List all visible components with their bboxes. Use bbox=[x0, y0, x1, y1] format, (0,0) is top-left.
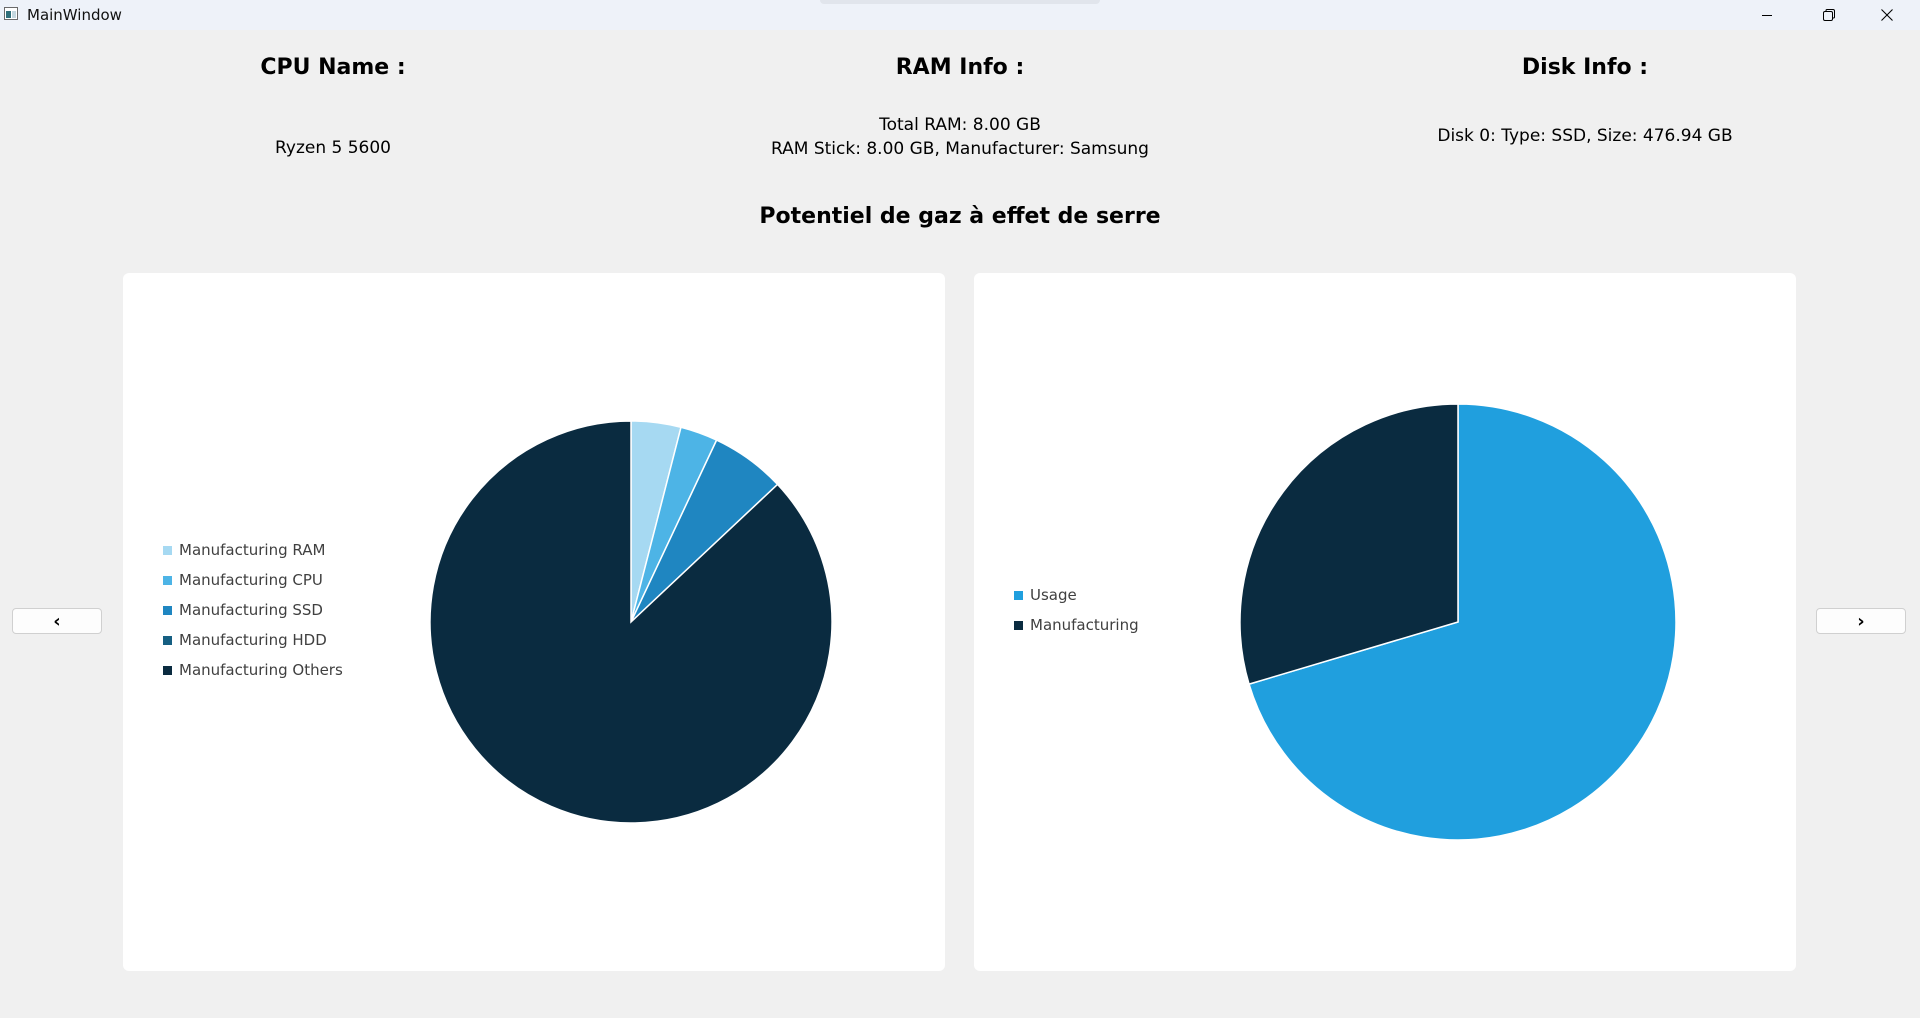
section-title: Potentiel de gaz à effet de serre bbox=[759, 204, 1161, 229]
ram-total: Total RAM: 8.00 GB bbox=[879, 115, 1041, 135]
restore-icon bbox=[1823, 9, 1835, 21]
manufacturing-chart-panel: Manufacturing RAM Manufacturing CPU Manufa… bbox=[123, 273, 945, 971]
close-icon bbox=[1881, 9, 1893, 21]
title-bar-handle bbox=[820, 0, 1100, 4]
cpu-info: CPU Name : Ryzen 5 5600 bbox=[33, 52, 633, 158]
ram-info: RAM Info : Total RAM: 8.00 GB RAM Stick:… bbox=[660, 52, 1260, 159]
next-button[interactable]: › bbox=[1816, 608, 1906, 634]
usage-chart-panel: Usage Manufacturing bbox=[974, 273, 1796, 971]
previous-button[interactable]: ‹ bbox=[12, 608, 102, 634]
cpu-name-value: Ryzen 5 5600 bbox=[275, 138, 391, 158]
title-bar: MainWindow bbox=[0, 0, 1920, 30]
cpu-label: CPU Name : bbox=[260, 55, 406, 80]
restore-button[interactable] bbox=[1806, 0, 1852, 30]
usage-pie-chart bbox=[1239, 403, 1677, 841]
disk-label: Disk Info : bbox=[1521, 55, 1649, 80]
ram-label: RAM Info : bbox=[895, 55, 1025, 80]
disk-info: Disk Info : Disk 0: Type: SSD, Size: 476… bbox=[1285, 52, 1885, 146]
minimize-button[interactable] bbox=[1744, 0, 1790, 30]
close-button[interactable] bbox=[1864, 0, 1910, 30]
window-title: MainWindow bbox=[27, 6, 122, 24]
chevron-right-icon: › bbox=[1857, 610, 1865, 632]
disk-0: Disk 0: Type: SSD, Size: 476.94 GB bbox=[1437, 126, 1733, 146]
app-icon bbox=[4, 7, 18, 20]
minimize-icon bbox=[1762, 15, 1772, 16]
chevron-left-icon: ‹ bbox=[53, 610, 61, 632]
ram-stick: RAM Stick: 8.00 GB, Manufacturer: Samsun… bbox=[771, 139, 1149, 159]
manufacturing-pie-chart bbox=[429, 420, 833, 824]
